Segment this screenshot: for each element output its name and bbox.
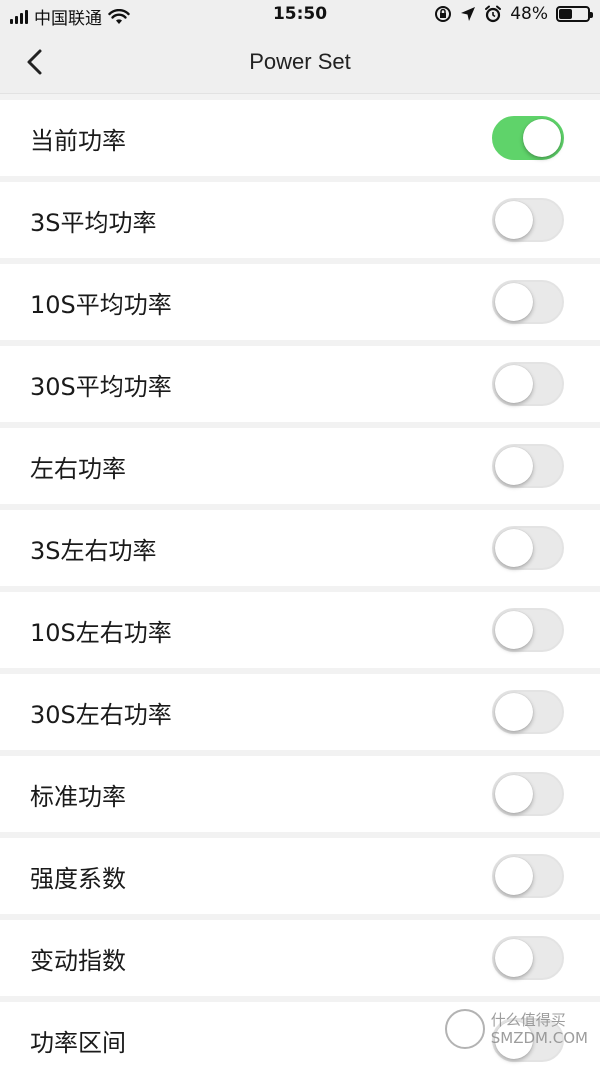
setting-label: 当前功率 — [30, 126, 126, 155]
page-title: Power Set — [249, 48, 351, 74]
battery-percent: 48% — [510, 4, 548, 24]
toggle-knob — [495, 365, 533, 403]
setting-label: 10S平均功率 — [30, 290, 172, 319]
toggle-knob — [495, 693, 533, 731]
settings-list: 当前功率 3S平均功率 10S平均功率 30S平均功率 左右功率 3S左右功率 10S左右功… — [0, 94, 600, 1067]
setting-row: 强度系数 — [0, 838, 600, 914]
setting-toggle[interactable] — [492, 772, 564, 816]
status-bar: 中国联通 15:50 48% — [0, 0, 600, 30]
setting-toggle[interactable] — [492, 526, 564, 570]
setting-toggle[interactable] — [492, 690, 564, 734]
setting-label: 3S左右功率 — [30, 536, 157, 565]
rotation-lock-icon — [435, 6, 452, 22]
battery-icon — [556, 6, 593, 22]
setting-row: 3S左右功率 — [0, 510, 600, 586]
setting-row: 3S平均功率 — [0, 182, 600, 258]
setting-toggle[interactable] — [492, 116, 564, 160]
toggle-knob — [495, 857, 533, 895]
setting-label: 30S平均功率 — [30, 372, 172, 401]
toggle-knob — [495, 529, 533, 567]
toggle-knob — [495, 939, 533, 977]
setting-toggle[interactable] — [492, 198, 564, 242]
setting-row: 30S平均功率 — [0, 346, 600, 422]
location-arrow-icon — [461, 7, 476, 21]
setting-label: 变动指数 — [30, 946, 126, 975]
back-button[interactable] — [16, 44, 52, 80]
setting-label: 标准功率 — [30, 782, 126, 811]
setting-row: 当前功率 — [0, 100, 600, 176]
setting-row: 标准功率 — [0, 756, 600, 832]
setting-label: 强度系数 — [30, 864, 126, 893]
setting-label: 10S左右功率 — [30, 618, 172, 647]
setting-label: 3S平均功率 — [30, 208, 157, 237]
chevron-left-icon — [27, 49, 42, 75]
navigation-bar: Power Set — [0, 30, 600, 94]
setting-toggle[interactable] — [492, 936, 564, 980]
toggle-knob — [495, 1021, 533, 1059]
setting-row: 左右功率 — [0, 428, 600, 504]
toggle-knob — [495, 447, 533, 485]
setting-row: 功率区间 — [0, 1002, 600, 1067]
setting-toggle[interactable] — [492, 854, 564, 898]
setting-row: 10S左右功率 — [0, 592, 600, 668]
toggle-knob — [495, 201, 533, 239]
setting-label: 功率区间 — [30, 1028, 126, 1057]
setting-row: 10S平均功率 — [0, 264, 600, 340]
setting-toggle[interactable] — [492, 444, 564, 488]
battery-fill — [559, 9, 573, 19]
setting-toggle[interactable] — [492, 608, 564, 652]
setting-row: 30S左右功率 — [0, 674, 600, 750]
toggle-knob — [523, 119, 561, 157]
setting-row: 变动指数 — [0, 920, 600, 996]
status-right: 48% — [434, 4, 593, 24]
toggle-knob — [495, 611, 533, 649]
toggle-knob — [495, 283, 533, 321]
setting-label: 30S左右功率 — [30, 700, 172, 729]
setting-toggle[interactable] — [492, 362, 564, 406]
setting-label: 左右功率 — [30, 454, 126, 483]
toggle-knob — [495, 775, 533, 813]
setting-toggle[interactable] — [492, 1018, 564, 1062]
setting-toggle[interactable] — [492, 280, 564, 324]
alarm-icon — [485, 5, 502, 23]
